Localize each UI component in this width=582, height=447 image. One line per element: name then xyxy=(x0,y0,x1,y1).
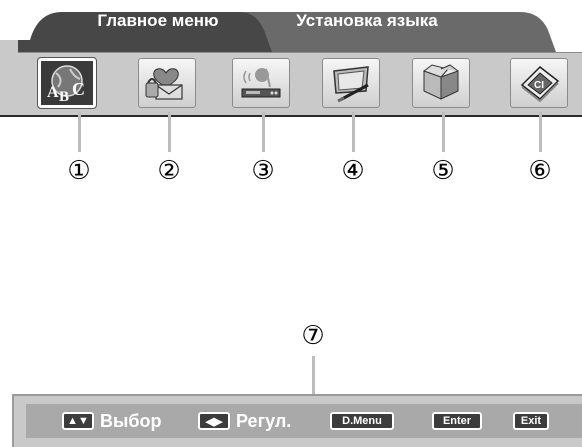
menu-item-language[interactable]: A B C xyxy=(37,57,97,109)
hint-select: ▲▼ Выбор xyxy=(62,407,161,435)
callout-leader-6 xyxy=(539,112,542,152)
select-label: Выбор xyxy=(100,410,162,431)
tab-bar: Главное меню Установка языка xyxy=(0,0,582,52)
callout-leader-3 xyxy=(262,112,265,152)
hint-enter: Enter xyxy=(432,407,482,435)
callout-number-6: ⑥ xyxy=(528,156,552,186)
callout-number-7: ⑦ xyxy=(301,321,325,351)
callout-leader-1 xyxy=(78,112,81,152)
exit-key[interactable]: Exit xyxy=(513,412,549,430)
hint-dmenu: D.Menu xyxy=(330,407,394,435)
screen-edit-icon xyxy=(333,66,369,103)
callout-leader-5 xyxy=(442,112,445,152)
svg-text:B: B xyxy=(59,89,69,103)
strip-left-edge xyxy=(0,40,18,117)
mail-icon xyxy=(145,68,183,100)
menu-item-antenna[interactable] xyxy=(232,58,290,108)
callout-number-2: ② xyxy=(157,156,181,186)
callout-number-5: ⑤ xyxy=(431,156,455,186)
callout-number-4: ④ xyxy=(341,156,365,186)
updown-key: ▲▼ xyxy=(62,412,94,430)
menu-item-screen[interactable] xyxy=(322,58,380,108)
leftright-key: ◀▶ xyxy=(198,412,230,430)
menu-item-ci[interactable]: CI xyxy=(510,58,568,108)
antenna-receiver-icon xyxy=(241,68,281,98)
svg-text:A: A xyxy=(47,84,59,101)
enter-key[interactable]: Enter xyxy=(432,412,482,430)
box-icon xyxy=(422,64,459,100)
hint-exit: Exit xyxy=(513,407,549,435)
svg-text:C: C xyxy=(72,79,85,99)
language-abc-icon: A B C xyxy=(47,65,85,103)
adjust-label: Регул. xyxy=(236,410,292,431)
ci-card-icon: CI xyxy=(520,66,560,103)
icon-strip xyxy=(18,52,582,117)
callout-leader-2 xyxy=(168,112,171,152)
callout-leader-4 xyxy=(352,112,355,152)
tab-main-menu[interactable]: Главное меню xyxy=(58,9,258,33)
menu-item-mail[interactable] xyxy=(138,58,196,108)
callout-number-3: ③ xyxy=(251,156,275,186)
tab-language-setup[interactable]: Установка языка xyxy=(262,9,472,33)
dmenu-key[interactable]: D.Menu xyxy=(330,412,394,430)
callout-leader-7 xyxy=(312,356,315,396)
svg-text:CI: CI xyxy=(534,80,544,91)
hint-adjust: ◀▶ Регул. xyxy=(198,407,291,435)
menu-item-box[interactable] xyxy=(412,58,470,108)
callout-number-1: ① xyxy=(67,156,91,186)
